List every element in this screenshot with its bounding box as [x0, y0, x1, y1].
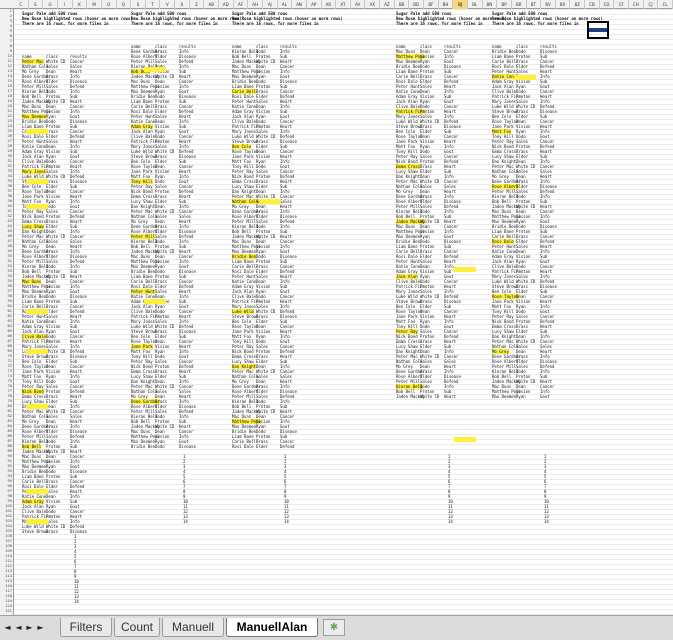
- cell[interactable]: Max Deemen: [492, 394, 516, 399]
- selected-cell-fill: [589, 28, 607, 32]
- cell[interactable]: 14: [183, 519, 188, 524]
- column-header-az[interactable]: AZ: [380, 0, 395, 9]
- cell[interactable]: Ryan: [516, 394, 526, 399]
- highlighted-cell[interactable]: [144, 299, 166, 304]
- cell[interactable]: 14: [74, 599, 79, 604]
- column-header-ap[interactable]: AP: [307, 0, 322, 9]
- cell[interactable]: Disease: [179, 444, 196, 449]
- cell[interactable]: There are 16 rows, for more files in: [232, 21, 319, 26]
- column-header-ar[interactable]: AR: [322, 0, 337, 9]
- cell[interactable]: Dodo: [155, 444, 165, 449]
- column-header-cf[interactable]: CF: [614, 0, 630, 9]
- column-header-c[interactable]: C: [14, 0, 29, 9]
- highlighted-cell[interactable]: [26, 404, 48, 409]
- column-header-an[interactable]: AN: [292, 0, 307, 9]
- cell[interactable]: 14: [448, 519, 453, 524]
- highlighted-cell[interactable]: [26, 129, 48, 134]
- column-header-at[interactable]: AT: [336, 0, 351, 9]
- column-header-o[interactable]: O: [102, 0, 117, 9]
- highlighted-cell[interactable]: [454, 267, 476, 272]
- column-header-cj[interactable]: CJ: [644, 0, 659, 9]
- highlighted-cell[interactable]: [259, 199, 281, 204]
- highlighted-cell[interactable]: [26, 349, 48, 354]
- first-sheet-button[interactable]: ◄: [3, 621, 12, 635]
- column-header-t[interactable]: T: [146, 0, 161, 9]
- column-header-bj[interactable]: BJ: [453, 0, 468, 9]
- column-header-bf[interactable]: BF: [424, 0, 439, 9]
- cell[interactable]: 14: [284, 519, 289, 524]
- highlighted-cell[interactable]: [514, 75, 536, 80]
- cell[interactable]: Heart: [444, 394, 456, 399]
- prev-sheet-button[interactable]: ◄: [14, 621, 23, 635]
- column-header-bt[interactable]: BT: [527, 0, 542, 9]
- row-header[interactable]: 121: [0, 609, 13, 614]
- tab-manuell[interactable]: Manuell: [162, 618, 224, 637]
- column-header-bh[interactable]: BH: [439, 0, 454, 9]
- column-header-bl[interactable]: BL: [468, 0, 483, 9]
- cell[interactable]: There are 16 rows, for more files in: [396, 21, 483, 26]
- cell[interactable]: Steve Brown: [22, 529, 49, 534]
- highlighted-cell[interactable]: [144, 67, 166, 72]
- column-header-v[interactable]: V: [160, 0, 176, 9]
- column-header-g[interactable]: G: [43, 0, 58, 9]
- next-sheet-button[interactable]: ►: [25, 621, 34, 635]
- tab-filters[interactable]: Filters: [60, 618, 112, 637]
- highlighted-cell[interactable]: [26, 309, 48, 314]
- column-header-z[interactable]: Z: [190, 0, 205, 9]
- cell[interactable]: There are 16 rows, for more files in: [131, 21, 218, 26]
- cell[interactable]: Bridie Ben: [131, 444, 155, 449]
- column-header-bar: C E G I K M O Q S T V X Z AB AD AF AH AJ AL AN AP AR AT AV AX AZ B…: [0, 0, 673, 9]
- cell[interactable]: Rosi Dale: [232, 444, 254, 449]
- column-header-cl[interactable]: CL: [658, 0, 673, 9]
- column-header-bv[interactable]: BV: [541, 0, 556, 9]
- column-header-bz[interactable]: BZ: [570, 0, 586, 9]
- column-header-k[interactable]: K: [73, 0, 88, 9]
- column-header-av[interactable]: AV: [351, 0, 366, 9]
- cell[interactable]: Elder: [256, 444, 268, 449]
- column-header-bb[interactable]: BB: [395, 0, 410, 9]
- highlighted-cell[interactable]: [26, 489, 48, 494]
- cell-grid[interactable]: Sugar Pale add 500 rows New Rose highligh…: [14, 9, 673, 615]
- column-header-af[interactable]: AF: [234, 0, 249, 9]
- column-header-cd[interactable]: CD: [600, 0, 615, 9]
- column-header-bx[interactable]: BX: [556, 0, 571, 9]
- column-header-q[interactable]: Q: [117, 0, 132, 9]
- column-header-bd[interactable]: BD: [409, 0, 425, 9]
- highlighted-cell[interactable]: [26, 204, 48, 209]
- tab-manuellalan[interactable]: ManuellAlan: [226, 618, 318, 637]
- column-header-m[interactable]: M: [87, 0, 102, 9]
- cell[interactable]: Defend: [280, 444, 294, 449]
- highlighted-cell[interactable]: [26, 179, 48, 184]
- column-header-ch[interactable]: CH: [629, 0, 644, 9]
- tab-count[interactable]: Count: [114, 618, 160, 637]
- spreadsheet-window: C E G I K M O Q S T V X Z AB AD AF AH AJ AL AN AP AR AT AV AX AZ B…: [0, 0, 673, 640]
- column-header-aj[interactable]: AJ: [263, 0, 278, 9]
- cell[interactable]: White CD: [420, 394, 439, 399]
- cell[interactable]: Gout: [540, 394, 550, 399]
- column-header-al[interactable]: AL: [278, 0, 293, 9]
- highlighted-cell[interactable]: [454, 437, 476, 442]
- row-header-bar: 1 2 3 4 5 6 7 8 9 10 11 12 13 14 15 16 17 18 19 20 21 22 23 24 2…: [0, 9, 14, 615]
- sheet-tab-bar: ◄ ◄ ► ► Filters Count Manuell ManuellAla…: [0, 615, 673, 640]
- column-header-ax[interactable]: AX: [365, 0, 381, 9]
- cell[interactable]: Disease: [70, 529, 87, 534]
- cell[interactable]: There are 16 rows, for more files in: [492, 21, 579, 26]
- cell[interactable]: 14: [544, 519, 549, 524]
- highlighted-cell[interactable]: [26, 519, 48, 524]
- cell[interactable]: Brass: [46, 529, 58, 534]
- column-header-i[interactable]: I: [58, 0, 73, 9]
- column-header-x[interactable]: X: [175, 0, 190, 9]
- insert-sheet-icon[interactable]: ✱: [323, 619, 345, 636]
- column-header-bn[interactable]: BN: [483, 0, 498, 9]
- column-header-bp[interactable]: BP: [497, 0, 512, 9]
- column-header-cb[interactable]: CB: [585, 0, 600, 9]
- column-header-ad[interactable]: AD: [219, 0, 234, 9]
- last-sheet-button[interactable]: ►: [36, 621, 45, 635]
- column-header-s[interactable]: S: [131, 0, 146, 9]
- column-header-br[interactable]: BR: [512, 0, 527, 9]
- cell[interactable]: There are 16 rows, for more files in: [22, 21, 109, 26]
- column-header-ab[interactable]: AB: [204, 0, 220, 9]
- column-header-e[interactable]: E: [29, 0, 44, 9]
- column-header-ah[interactable]: AH: [248, 0, 263, 9]
